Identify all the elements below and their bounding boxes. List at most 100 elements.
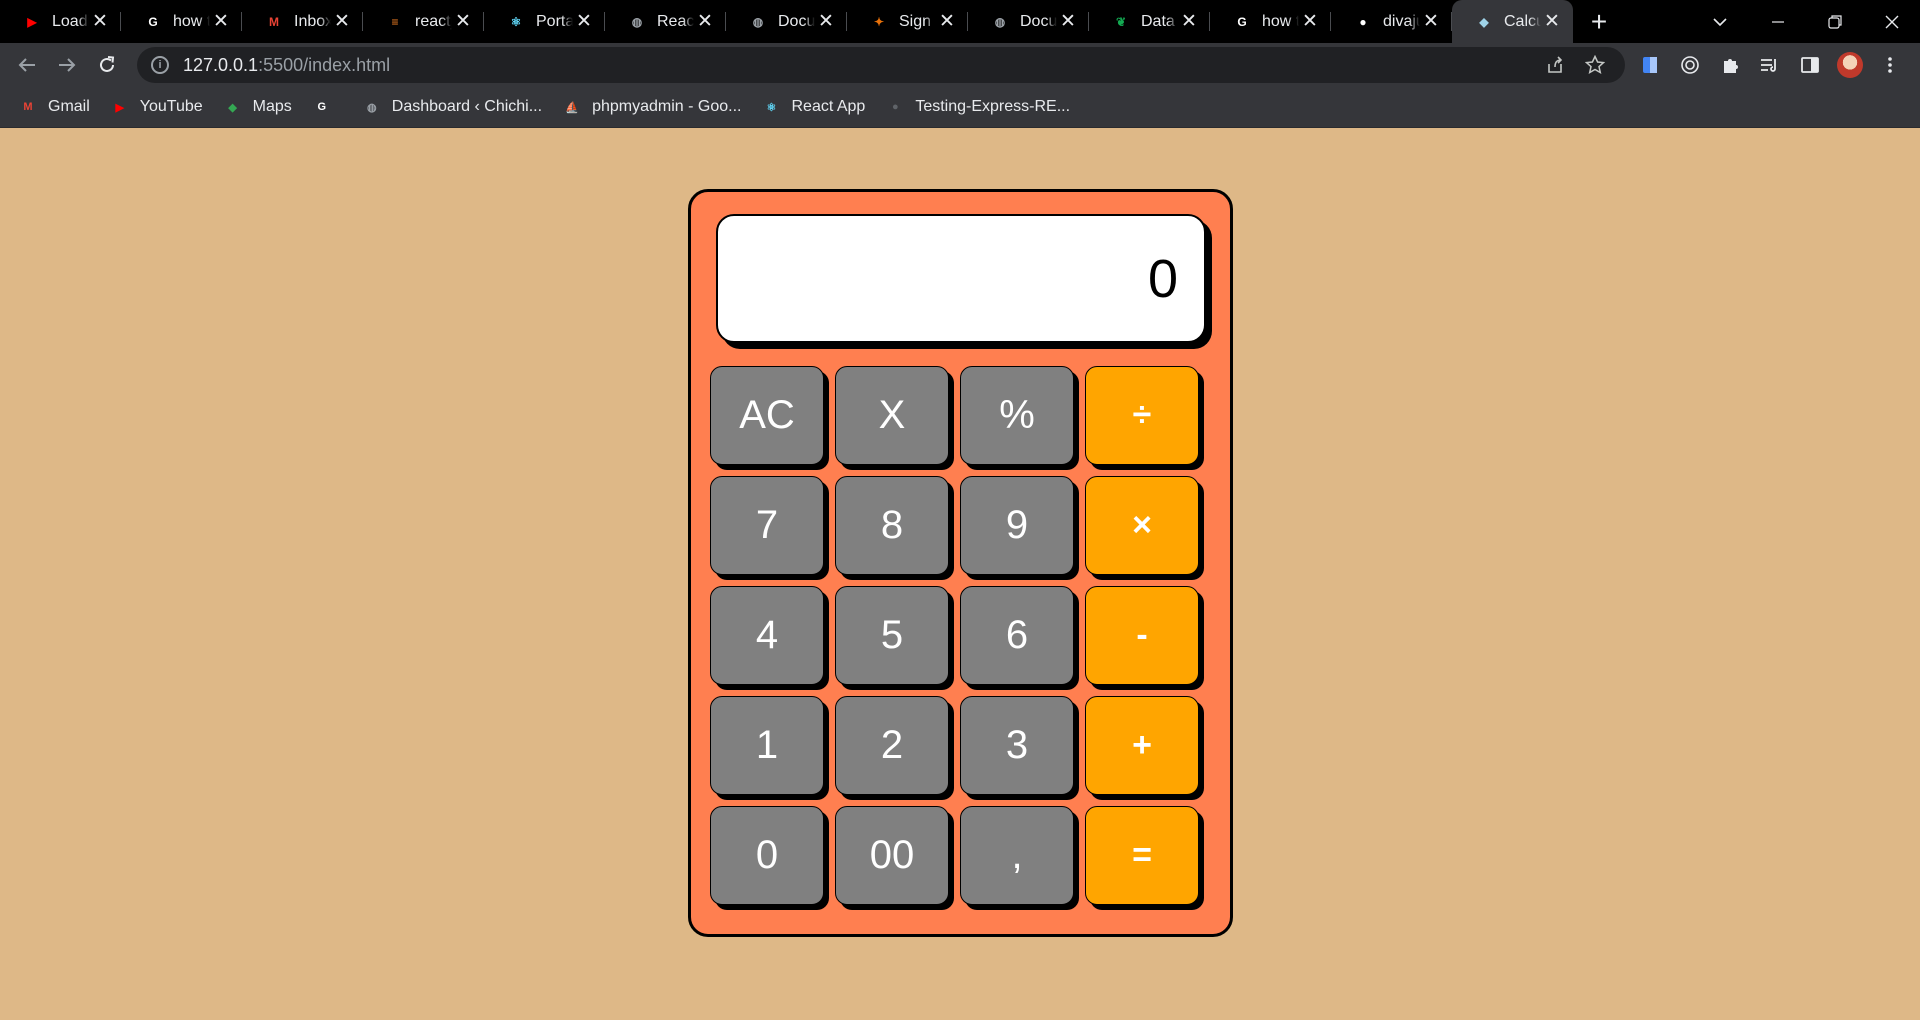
media-control-icon[interactable] — [1750, 45, 1790, 85]
github-icon: ● — [1359, 14, 1367, 29]
tab-close-icon[interactable]: ✕ — [452, 11, 474, 33]
digit-0-key[interactable]: 0 — [710, 806, 824, 905]
tab-title: Data | — [1141, 12, 1178, 30]
github-icon: ● — [891, 101, 899, 113]
tab-close-icon[interactable]: ✕ — [210, 11, 232, 33]
profile-avatar[interactable] — [1837, 52, 1863, 78]
bookmark-item[interactable]: ● Testing-Express-RE... — [885, 91, 1080, 123]
tab-close-icon[interactable]: ✕ — [694, 11, 716, 33]
google-icon: G — [148, 14, 158, 29]
site-info-icon[interactable]: i — [151, 56, 169, 74]
calculator-display: 0 — [716, 214, 1206, 343]
clear-key[interactable]: AC — [710, 366, 824, 465]
bookmark-item[interactable]: M Gmail — [18, 91, 100, 123]
chrome-menu-icon[interactable] — [1870, 45, 1910, 85]
tab-close-icon[interactable]: ✕ — [573, 11, 595, 33]
digit-1-key[interactable]: 1 — [710, 696, 824, 795]
tab-close-icon[interactable]: ✕ — [1178, 11, 1200, 33]
tab-search-icon[interactable] — [1700, 0, 1740, 43]
google-icon: G — [1237, 14, 1247, 29]
tab-close-icon[interactable]: ✕ — [331, 11, 353, 33]
tab[interactable]: ✦ Sign Up✕ — [847, 0, 968, 43]
back-arrow-icon[interactable] — [7, 45, 47, 85]
tab-active[interactable]: ◆ Calcul✕ — [1452, 0, 1573, 43]
subtract-key[interactable]: - — [1085, 586, 1199, 685]
tab-title: how t — [1262, 12, 1299, 30]
tab[interactable]: ⚛ Portal✕ — [484, 0, 605, 43]
tab-close-icon[interactable]: ✕ — [89, 11, 111, 33]
bookmark-item[interactable]: G — [312, 91, 352, 123]
restore-icon[interactable] — [1806, 0, 1863, 43]
bookmark-label: phpmyadmin - Goo... — [592, 98, 742, 115]
tab[interactable]: Ghow t ✕ — [1210, 0, 1331, 43]
bookmark-item[interactable]: ⚛ React App — [761, 91, 875, 123]
multiply-key[interactable]: × — [1085, 476, 1199, 575]
globe-icon: ◍ — [631, 14, 643, 29]
side-panel-icon[interactable] — [1790, 45, 1830, 85]
bookmark-item[interactable]: ◆ Maps — [223, 91, 302, 123]
tab[interactable]: ≡ reactjs✕ — [363, 0, 484, 43]
calculator-tab-icon: ◆ — [1479, 14, 1489, 29]
equals-key[interactable]: = — [1085, 806, 1199, 905]
tab[interactable]: ◍ React✕ — [605, 0, 726, 43]
globe-icon: ◍ — [752, 14, 764, 29]
digit-6-key[interactable]: 6 — [960, 586, 1074, 685]
window-close-icon[interactable] — [1863, 0, 1920, 43]
youtube-icon: ▶ — [115, 101, 125, 114]
digit-5-key[interactable]: 5 — [835, 586, 949, 685]
new-tab-button[interactable]: + — [1579, 2, 1619, 42]
digit-8-key[interactable]: 8 — [835, 476, 949, 575]
double-zero-key[interactable]: 00 — [835, 806, 949, 905]
digit-2-key[interactable]: 2 — [835, 696, 949, 795]
tab-title: how to — [173, 12, 210, 30]
tab-title: Loading... — [52, 12, 89, 30]
tab[interactable]: M Inbox ✕ — [242, 0, 363, 43]
divide-key[interactable]: ÷ — [1085, 366, 1199, 465]
tab-close-icon[interactable]: ✕ — [936, 11, 958, 33]
address-bar[interactable]: i 127.0.0.1:5500/index.html — [137, 47, 1625, 83]
minimize-icon[interactable] — [1749, 0, 1806, 43]
tab-close-icon[interactable]: ✕ — [1420, 11, 1442, 33]
gmail-icon: M — [23, 101, 33, 113]
tab-title: divaju — [1383, 12, 1420, 30]
phpmyadmin-icon: ⛵ — [565, 101, 579, 114]
calculator: 0 AC X% ÷ 7 8 9 × 4 5 6-1 2 3 +0 00, = — [688, 189, 1233, 937]
extension-docs-icon[interactable] — [1630, 45, 1670, 85]
tab[interactable]: ● divaju✕ — [1331, 0, 1452, 43]
tab-close-icon[interactable]: ✕ — [815, 11, 837, 33]
tab-close-icon[interactable]: ✕ — [1541, 11, 1563, 33]
bookmark-item[interactable]: ▶ YouTube — [110, 91, 213, 123]
omnibox-actions — [1535, 47, 1615, 83]
decimal-key[interactable]: , — [960, 806, 1074, 905]
tab[interactable]: ▶ Loading...✕ — [0, 0, 121, 43]
react-icon: ⚛ — [766, 101, 777, 114]
tab-close-icon[interactable]: ✕ — [1057, 11, 1079, 33]
tab[interactable]: ❦ Data |✕ — [1089, 0, 1210, 43]
tab[interactable]: ◍ Docum✕ — [968, 0, 1089, 43]
browser-toolbar: i 127.0.0.1:5500/index.html — [0, 43, 1920, 87]
add-key[interactable]: + — [1085, 696, 1199, 795]
percent-key[interactable]: % — [960, 366, 1074, 465]
tab-title: Docum — [778, 12, 815, 30]
digit-7-key[interactable]: 7 — [710, 476, 824, 575]
window-controls — [1749, 0, 1920, 43]
tab[interactable]: Ghow to✕ — [121, 0, 242, 43]
bookmarks-bar: M Gmail ▶ YouTube ◆ Maps G ◍ Dashboard ‹ Chichi.… — [0, 87, 1920, 128]
bookmark-item[interactable]: ⛵ phpmyadmin - Goo... — [562, 91, 751, 123]
reload-icon[interactable] — [87, 45, 127, 85]
tab-close-icon[interactable]: ✕ — [1299, 11, 1321, 33]
digit-9-key[interactable]: 9 — [960, 476, 1074, 575]
bookmark-star-icon[interactable] — [1575, 47, 1615, 83]
tab-title: Sign Up — [899, 12, 936, 30]
forward-arrow-icon[interactable] — [47, 45, 87, 85]
digit-3-key[interactable]: 3 — [960, 696, 1074, 795]
react-icon: ⚛ — [510, 14, 522, 29]
bookmark-item[interactable]: ◍ Dashboard ‹ Chichi... — [362, 91, 552, 123]
extension-target-icon[interactable] — [1670, 45, 1710, 85]
tab[interactable]: ◍ Docum✕ — [726, 0, 847, 43]
extensions-puzzle-icon[interactable] — [1710, 45, 1750, 85]
bookmark-label: YouTube — [139, 98, 203, 115]
digit-4-key[interactable]: 4 — [710, 586, 824, 685]
share-icon[interactable] — [1535, 47, 1575, 83]
backspace-key[interactable]: X — [835, 366, 949, 465]
